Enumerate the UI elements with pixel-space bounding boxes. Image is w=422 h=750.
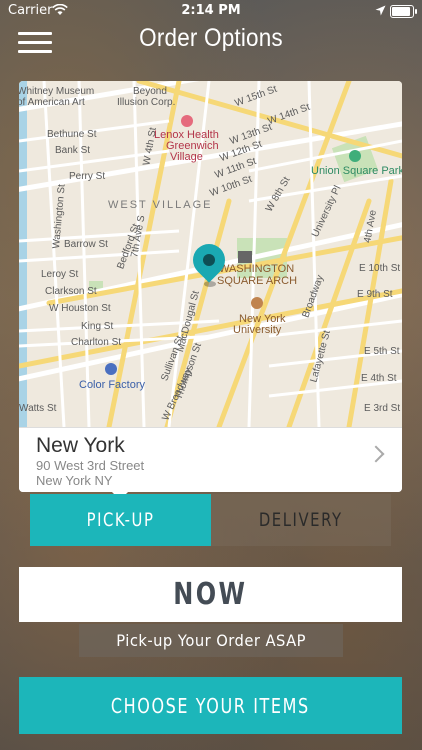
- map-label-charlton: Charlton St: [71, 337, 122, 348]
- order-time-selector[interactable]: NOW: [19, 567, 402, 622]
- map-label-illusion: Illusion Corp.: [117, 97, 176, 108]
- map-label-e5: E 5th St: [364, 346, 400, 357]
- map-label-union-square: Union Square Park: [311, 165, 402, 177]
- store-address-row[interactable]: New York 90 West 3rd Street New York NY: [19, 427, 402, 492]
- map-label-bank: Bank St: [55, 145, 91, 156]
- map-label-lenox-3: Village: [170, 151, 203, 163]
- map-label-american-art: of American Art: [19, 97, 85, 108]
- map-label-e4: E 4th St: [361, 373, 397, 384]
- map-label-king: King St: [81, 321, 114, 332]
- map-label-e10: E 10th St: [359, 263, 401, 274]
- store-city: New York: [36, 434, 125, 457]
- status-time: 2:14 PM: [181, 3, 241, 18]
- battery-icon: [390, 5, 417, 18]
- location-card: Whitney Museum of American Art Beyond Il…: [19, 81, 402, 492]
- map-label-e9: E 9th St: [357, 289, 393, 300]
- map-label-watts: Watts St: [19, 403, 57, 414]
- chevron-right-icon: [367, 445, 385, 463]
- map-view[interactable]: Whitney Museum of American Art Beyond Il…: [19, 81, 402, 427]
- tab-delivery[interactable]: DELIVERY: [211, 494, 391, 546]
- choose-items-button[interactable]: CHOOSE YOUR ITEMS: [19, 677, 402, 734]
- location-arrow-icon: [375, 5, 386, 16]
- map-label-barrow: Barrow St: [64, 239, 108, 250]
- navigation-bar: Order Options: [0, 22, 422, 66]
- store-address-line1: 90 West 3rd Street: [36, 458, 145, 473]
- order-time-note: Pick-up Your Order ASAP: [79, 624, 343, 657]
- map-label-nyu-2: University: [233, 324, 282, 336]
- map-label-leroy: Leroy St: [41, 269, 79, 280]
- map-label-beyond: Beyond: [133, 86, 167, 97]
- map-label-w-houston: W Houston St: [49, 303, 111, 314]
- status-bar: Carrier 2:14 PM: [0, 0, 422, 22]
- tab-pickup[interactable]: PICK-UP: [30, 494, 211, 546]
- store-address-line2: New York NY: [36, 473, 113, 488]
- map-label-whitney: Whitney Museum: [19, 86, 95, 97]
- map-label-washington-1: WASHINGTON: [219, 263, 295, 275]
- map-label-bethune: Bethune St: [47, 129, 97, 140]
- map-label-e3: E 3rd St: [364, 403, 401, 414]
- map-label-clarkson: Clarkson St: [45, 286, 97, 297]
- map-pin-icon[interactable]: [186, 237, 232, 292]
- page-title: Order Options: [139, 24, 283, 52]
- map-label-perry: Perry St: [69, 171, 106, 182]
- map-label-color-factory: Color Factory: [79, 379, 146, 391]
- map-label-west-village: WEST VILLAGE: [108, 199, 213, 211]
- map-label-washington-2: SQUARE ARCH: [217, 275, 298, 287]
